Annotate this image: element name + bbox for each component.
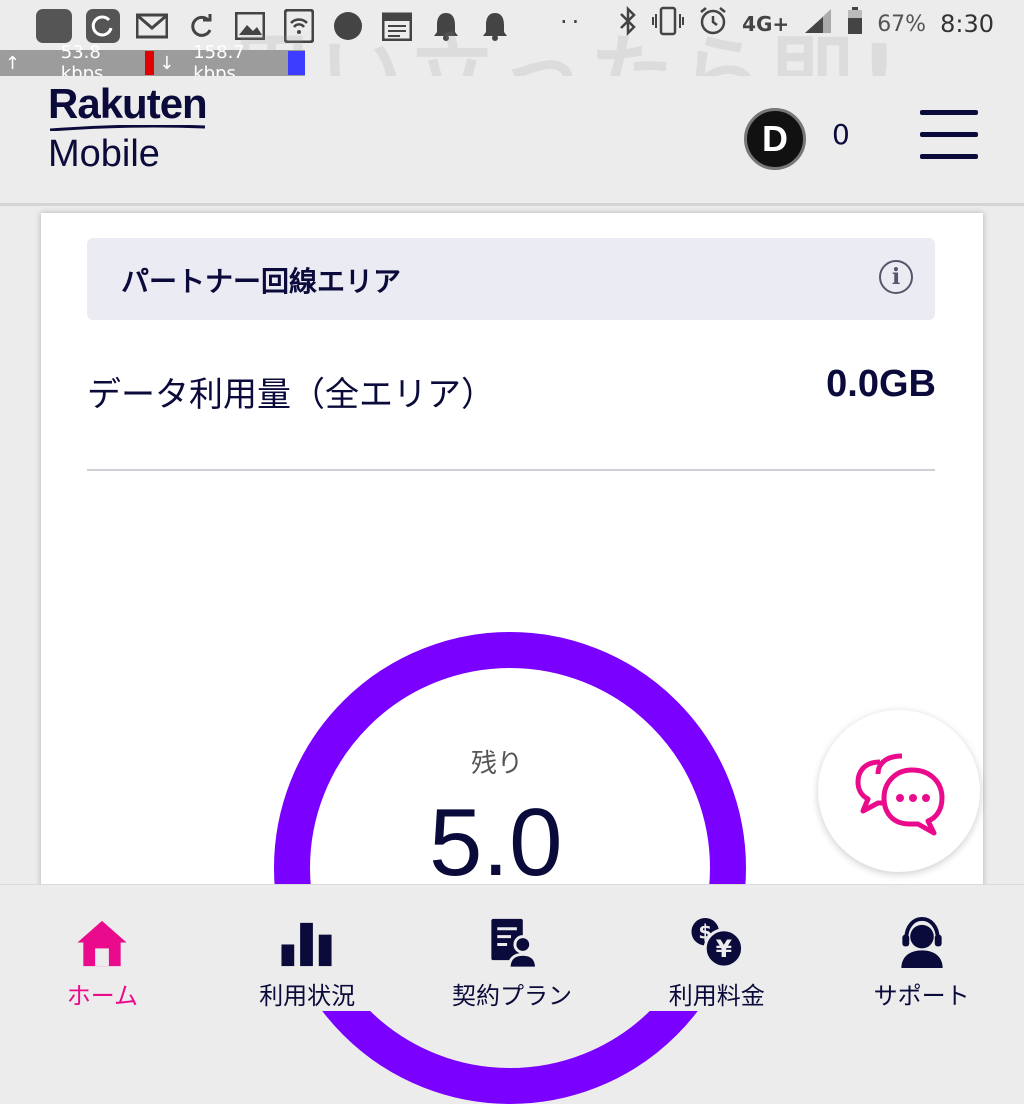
menu-line: [920, 132, 978, 137]
points-count[interactable]: 0: [832, 118, 850, 151]
download-arrow-icon: ↓: [159, 52, 175, 74]
clock: 8:30: [940, 10, 994, 38]
menu-line: [920, 110, 978, 115]
nav-usage-label: 利用状況: [259, 982, 356, 1010]
nav-fees-label: 利用料金: [668, 982, 765, 1010]
nav-contract-plan-label: 契約プラン: [451, 982, 572, 1010]
menu-line: [920, 154, 978, 159]
battery-percent: 67%: [877, 11, 927, 37]
support-icon: [900, 916, 943, 969]
chat-support-button[interactable]: [818, 710, 980, 872]
home-icon: [77, 920, 127, 967]
logo-mobile-text: Mobile: [48, 133, 160, 175]
alarm-icon: [698, 6, 728, 42]
usage-label: データ利用量（全エリア）: [87, 375, 495, 415]
battery-icon: [847, 7, 863, 41]
download-indicator: [288, 51, 306, 75]
nav-usage[interactable]: 利用状況: [205, 885, 410, 1011]
nav-contract-plan[interactable]: 契約プラン: [410, 885, 615, 1011]
avatar[interactable]: D: [744, 108, 806, 170]
chat-bubbles-icon: [855, 753, 945, 836]
divider: [87, 469, 935, 471]
app-icon: [36, 9, 72, 43]
contract-icon: [491, 918, 539, 970]
rakuten-mobile-logo[interactable]: Rakuten Mobile: [48, 80, 208, 175]
nav-support[interactable]: サポート: [819, 885, 1024, 1011]
nav-home[interactable]: ホーム: [0, 885, 205, 1011]
remaining-label: 残り: [471, 749, 524, 779]
nav-home-label: ホーム: [66, 982, 139, 1010]
signal-icon: [803, 7, 833, 41]
upload-arrow-icon: ↑: [4, 52, 20, 74]
bottom-navigation: ホーム 利用状況 契約プラン $ ¥ 利用料金 サポート: [0, 884, 1024, 1011]
info-icon[interactable]: i: [879, 260, 913, 294]
fee-icon: $ ¥: [691, 917, 744, 969]
svg-text:¥: ¥: [715, 935, 732, 963]
logo-swoosh: [50, 125, 205, 131]
refresh-icon: [183, 8, 219, 44]
partner-area-box: パートナー回線エリア i: [87, 238, 935, 320]
status-bar: ·· 思い立ったら即! 4G+ 67% 8:30: [0, 0, 1024, 124]
sync-app-icon: [85, 8, 121, 44]
upload-indicator: [145, 51, 155, 75]
logo-rakuten-text: Rakuten: [48, 80, 208, 127]
usage-value: 0.0GB: [826, 363, 936, 405]
network-type: 4G+: [742, 12, 790, 36]
remaining-value: 5.0: [429, 789, 563, 896]
app-header: Rakuten Mobile D 0: [0, 76, 1024, 206]
hamburger-menu-button[interactable]: [920, 108, 978, 160]
area-title: パートナー回線エリア: [121, 265, 402, 298]
bluetooth-icon: [618, 5, 638, 42]
nav-support-label: サポート: [873, 982, 970, 1010]
nav-fees[interactable]: $ ¥ 利用料金: [614, 885, 819, 1011]
vibrate-icon: [652, 6, 685, 42]
network-speed-bar: ↑ 53.8 kbps ↓ 158.7 kbps: [0, 42, 306, 84]
gmail-icon: [134, 8, 170, 44]
bar-chart-icon: [281, 922, 332, 967]
